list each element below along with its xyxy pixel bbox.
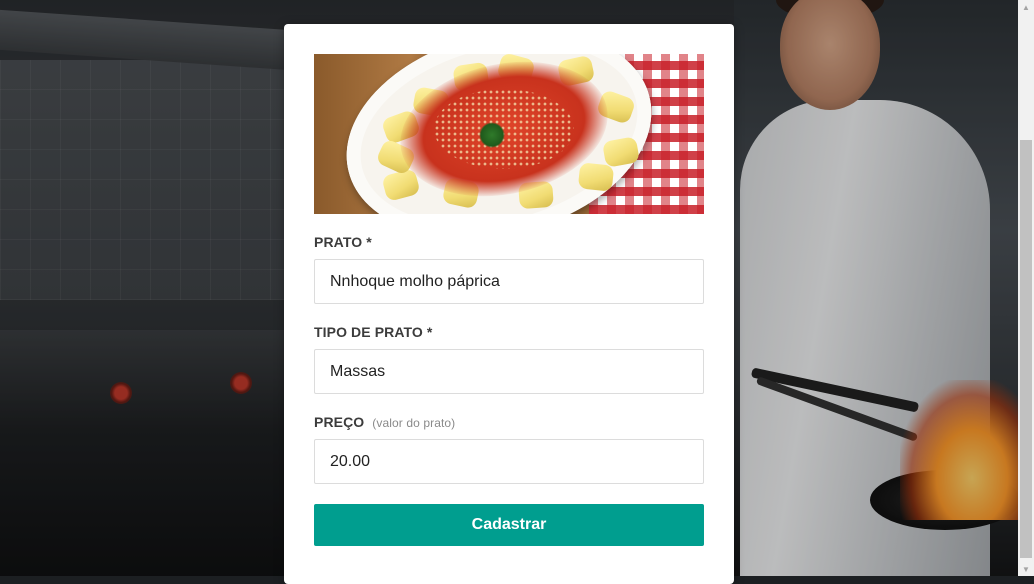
price-hint: (valor do prato) bbox=[372, 416, 456, 430]
dish-type-input[interactable] bbox=[314, 349, 704, 394]
price-label: PREÇO (valor do prato) bbox=[314, 414, 455, 430]
dish-name-label: PRATO * bbox=[314, 234, 372, 250]
dish-photo bbox=[314, 54, 704, 214]
price-input[interactable] bbox=[314, 439, 704, 484]
dish-type-label: TIPO DE PRATO * bbox=[314, 324, 433, 340]
dish-name-input[interactable] bbox=[314, 259, 704, 304]
scroll-down-icon[interactable]: ▼ bbox=[1018, 562, 1034, 576]
register-dish-card: PRATO * TIPO DE PRATO * PREÇO (valor do … bbox=[284, 24, 734, 584]
gnocchi-piece bbox=[577, 162, 615, 192]
scroll-thumb[interactable] bbox=[1020, 140, 1032, 558]
price-label-text: PREÇO bbox=[314, 414, 365, 430]
parsley-leaf bbox=[479, 122, 505, 148]
scroll-up-icon[interactable]: ▲ bbox=[1018, 0, 1034, 14]
submit-button[interactable]: Cadastrar bbox=[314, 504, 704, 546]
